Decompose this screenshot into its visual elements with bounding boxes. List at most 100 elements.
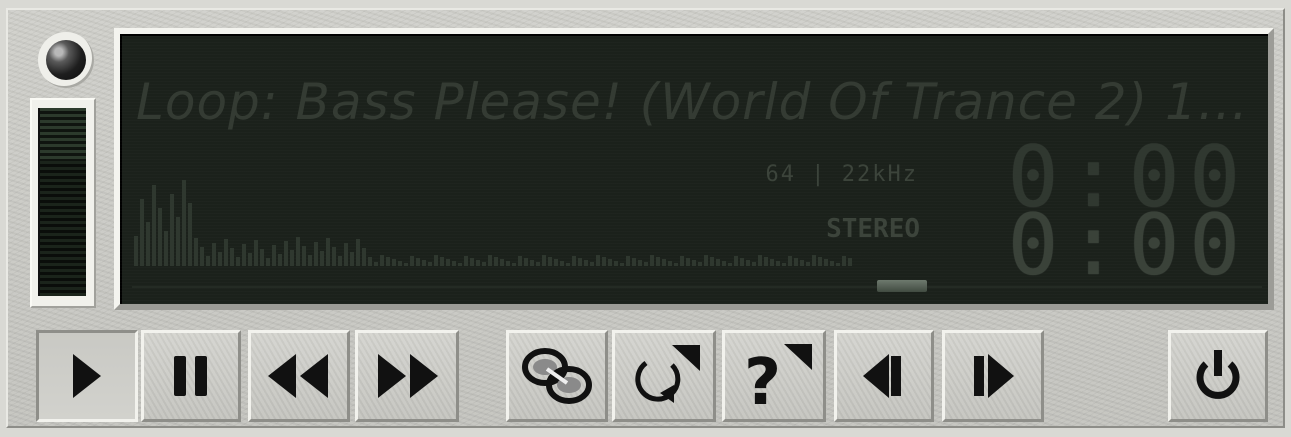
- power-button[interactable]: [1168, 330, 1268, 422]
- spectrum-bar: [170, 194, 174, 266]
- spectrum-bar: [422, 260, 426, 266]
- spectrum-bar: [650, 255, 654, 266]
- link-button[interactable]: [506, 330, 608, 422]
- question-mark-icon: ?: [744, 344, 812, 412]
- chain-link-icon: [522, 348, 592, 404]
- spectrum-bar: [572, 256, 576, 266]
- spectrum-bar: [290, 250, 294, 266]
- spectrum-bar: [692, 260, 696, 266]
- spectrum-bar: [236, 257, 240, 266]
- spectrum-bar: [302, 246, 306, 266]
- next-track-button[interactable]: [942, 330, 1044, 422]
- spectrum-bar: [794, 258, 798, 266]
- spectrum-bar: [584, 260, 588, 266]
- fast-forward-icon: [378, 354, 438, 398]
- spectrum-bar: [374, 262, 378, 266]
- spectrum-bar: [494, 257, 498, 266]
- spectrum-bar: [566, 263, 570, 266]
- spectrum-bar: [662, 259, 666, 266]
- spectrum-bar: [608, 259, 612, 266]
- spectrum-bar: [434, 255, 438, 266]
- help-button[interactable]: ?: [722, 330, 826, 422]
- spectrum-bar: [278, 254, 282, 266]
- spectrum-bar: [842, 256, 846, 266]
- spectrum-bar: [620, 263, 624, 266]
- spectrum-bar: [812, 255, 816, 266]
- spectrum-bar: [800, 260, 804, 266]
- spectrum-bar: [506, 261, 510, 266]
- spectrum-bar: [194, 238, 198, 266]
- spectrum-bar: [836, 263, 840, 266]
- spectrum-bar: [326, 238, 330, 266]
- spectrum-bar: [266, 258, 270, 266]
- spectrum-bar: [392, 259, 396, 266]
- spectrum-bar: [242, 244, 246, 266]
- spectrum-bar: [332, 247, 336, 266]
- spectrum-bar: [782, 263, 786, 266]
- pause-icon: [174, 356, 207, 396]
- spectrum-bar: [776, 261, 780, 266]
- spectrum-bar: [500, 259, 504, 266]
- spectrum-bar: [182, 180, 186, 266]
- spectrum-bar: [578, 258, 582, 266]
- spectrum-bar: [656, 257, 660, 266]
- seek-thumb[interactable]: [877, 280, 928, 292]
- spectrum-bar: [710, 257, 714, 266]
- spectrum-bar: [476, 260, 480, 266]
- spectrum-bar: [542, 255, 546, 266]
- spectrum-bar: [380, 255, 384, 266]
- spectrum-bar: [164, 231, 168, 266]
- spectrum-bar: [806, 262, 810, 266]
- spectrum-bar: [614, 261, 618, 266]
- spectrum-bar: [206, 256, 210, 266]
- spectrum-bar: [200, 247, 204, 266]
- spectrum-bar: [224, 239, 228, 266]
- spectrum-bar: [140, 199, 144, 266]
- spectrum-bar: [632, 258, 636, 266]
- remaining-time: 0:00: [1007, 196, 1250, 294]
- rewind-button[interactable]: [248, 330, 350, 422]
- spectrum-bar: [320, 251, 324, 266]
- spectrum-bar: [218, 252, 222, 266]
- spectrum-bar: [134, 236, 138, 266]
- spectrum-bar: [644, 262, 648, 266]
- spectrum-bar: [452, 261, 456, 266]
- pause-button[interactable]: [141, 330, 241, 422]
- spectrum-bar: [212, 243, 216, 266]
- spectrum-bar: [596, 255, 600, 266]
- fast-forward-button[interactable]: [355, 330, 459, 422]
- seek-bar[interactable]: [132, 286, 1262, 288]
- spectrum-bar: [752, 262, 756, 266]
- lcd-display: Loop: Bass Please! (World Of Trance 2) 1…: [114, 28, 1274, 310]
- spectrum-bar: [824, 259, 828, 266]
- play-icon: [73, 354, 101, 398]
- spectrum-bar: [788, 256, 792, 266]
- spectrum-bar: [548, 257, 552, 266]
- spectrum-bar: [734, 256, 738, 266]
- spectrum-bar: [446, 259, 450, 266]
- spectrum-bar: [284, 241, 288, 266]
- spectrum-bar: [716, 259, 720, 266]
- spectrum-bar: [314, 242, 318, 266]
- spectrum-bar: [356, 239, 360, 266]
- stereo-mode-indicator: STEREO: [826, 214, 920, 244]
- spectrum-bar: [404, 263, 408, 266]
- led-indicator-icon: [46, 40, 86, 80]
- spectrum-bar: [362, 248, 366, 266]
- spectrum-bar: [764, 257, 768, 266]
- play-button[interactable]: [36, 330, 138, 422]
- spectrum-bar: [746, 260, 750, 266]
- spectrum-bar: [296, 237, 300, 266]
- spectrum-bar: [350, 252, 354, 266]
- spectrum-bar: [188, 203, 192, 266]
- repeat-button[interactable]: [612, 330, 716, 422]
- spectrum-bar: [728, 263, 732, 266]
- spectrum-bar: [458, 263, 462, 266]
- volume-level-meter: [38, 108, 86, 296]
- bitrate-readout: 64 | 22kHz: [765, 162, 918, 187]
- previous-track-button[interactable]: [834, 330, 934, 422]
- spectrum-bar: [416, 258, 420, 266]
- spectrum-bar: [722, 261, 726, 266]
- volume-slider[interactable]: [30, 98, 96, 308]
- spectrum-bar: [230, 248, 234, 266]
